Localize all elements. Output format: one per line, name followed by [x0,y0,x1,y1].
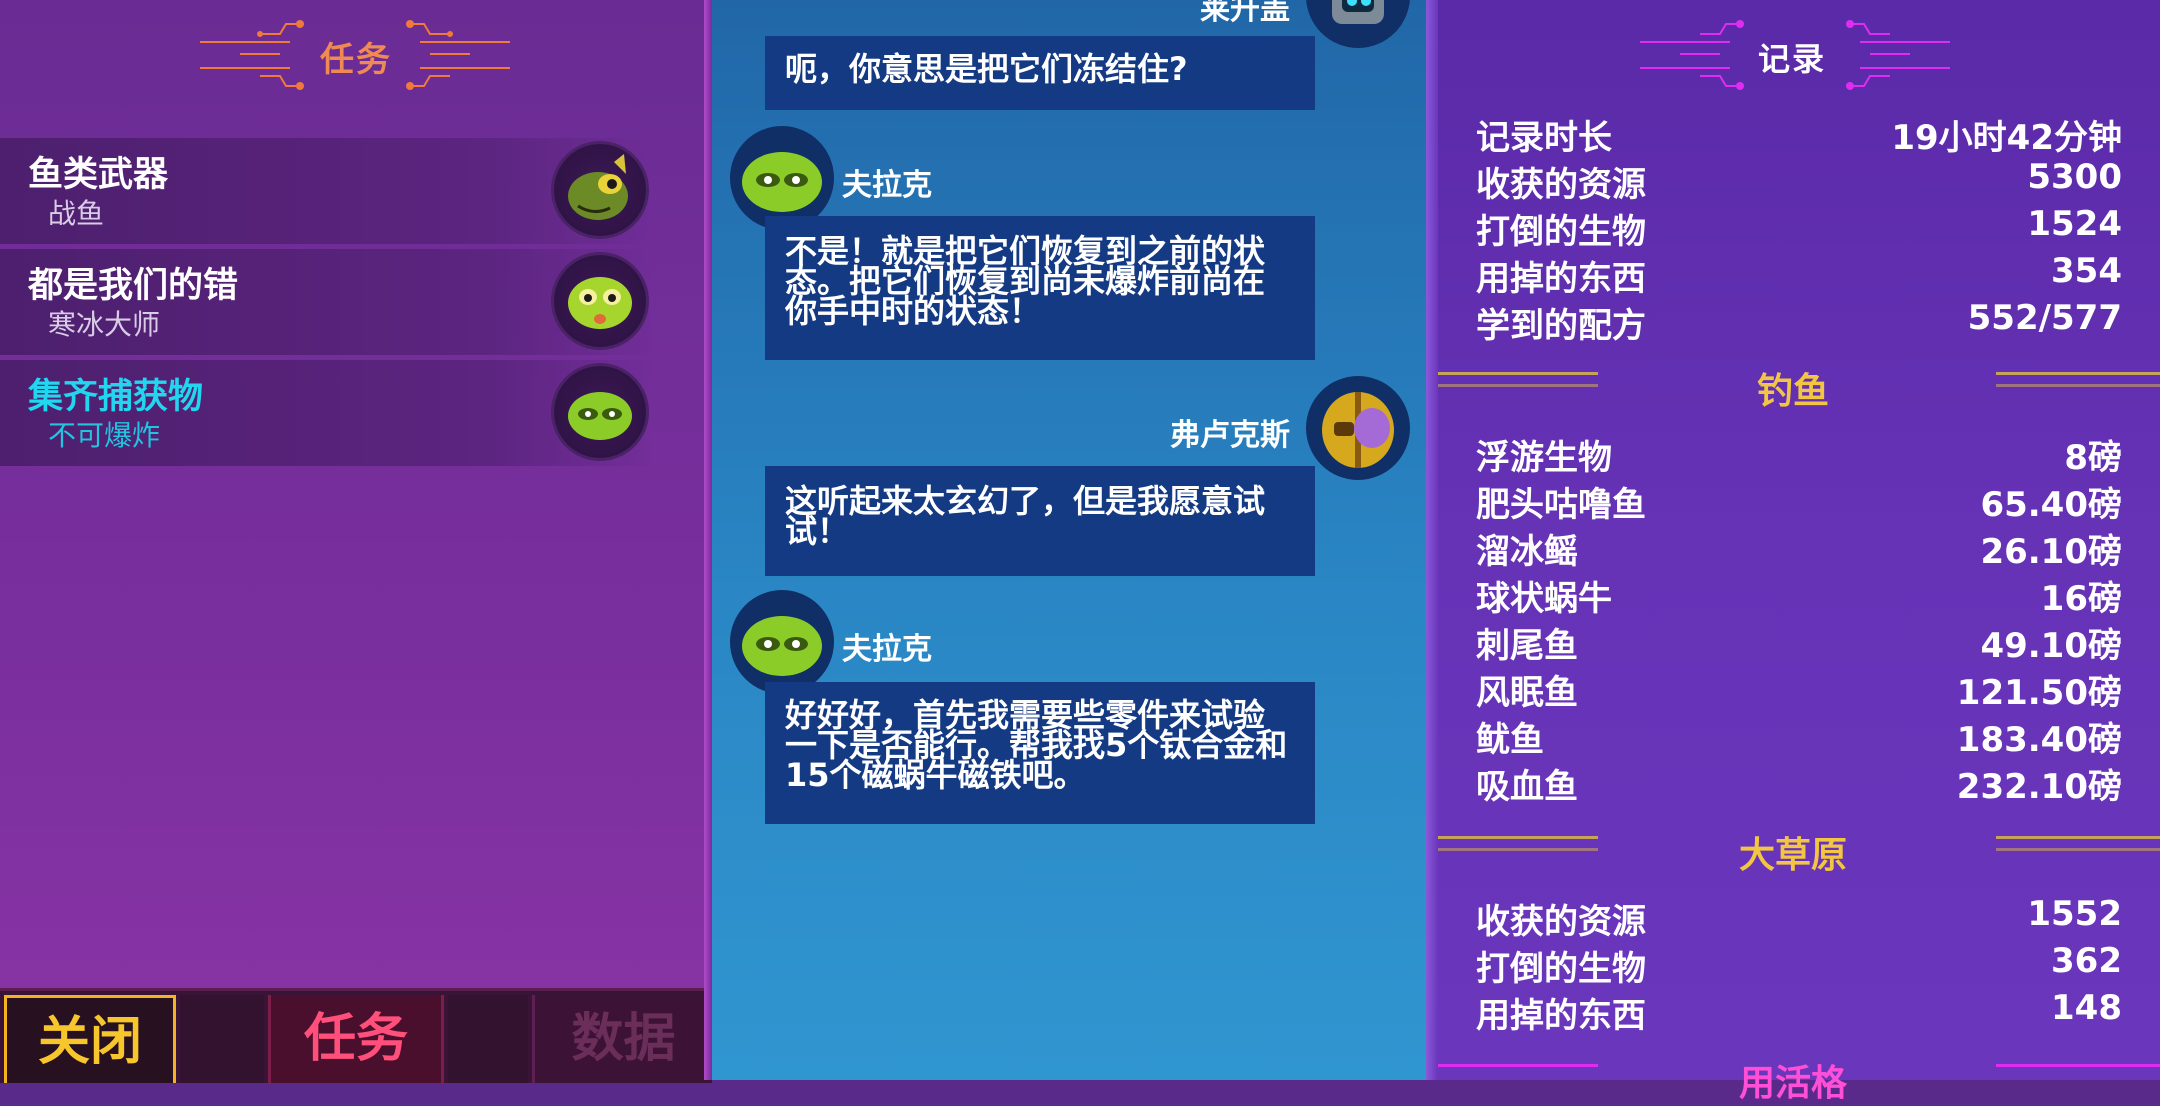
record-row: 浮游生物 8磅 [1476,438,2122,478]
records-title: 记录 [1758,40,1827,78]
section-title-next: 用活格 [1738,1063,1847,1104]
speaker-name: 莱升盖 [1200,0,1290,27]
robot-avatar [1306,0,1410,48]
record-row: 打倒的生物 362 [1476,941,2122,989]
record-row: 用掉的东西 148 [1476,988,2122,1036]
dialogue-bubble: 呃，你意思是把它们冻结住? [765,36,1315,110]
tab-quests[interactable]: 任务 [268,995,444,1083]
speaker-name: 夫拉克 [842,168,932,203]
record-row: 刺尾鱼 49.10磅 [1476,626,2122,666]
quest-item-fish-weapons[interactable]: 鱼类武器 战鱼 [0,138,650,244]
record-row: 学到的配方 552/577 [1476,298,2122,346]
record-row: 吸血鱼 232.10磅 [1476,767,2122,807]
record-row: 用掉的东西 354 [1476,251,2122,299]
quest-panel-title: 任务 [320,40,392,80]
close-button[interactable]: 关闭 [4,995,176,1083]
section-title-savanna: 大草原 [1738,835,1847,876]
quest-title: 都是我们的错 [28,266,239,306]
quest-panel: 任务 鱼类武器 战鱼 都是我们的错 寒冰大师 集齐捕获物 不可爆炸 关闭 任务 … [0,0,712,1083]
quest-subtitle: 不可爆炸 [48,419,161,452]
record-row: 溜冰鳐 26.10磅 [1476,532,2122,572]
quest-subtitle: 战鱼 [48,197,105,230]
quest-subtitle: 寒冰大师 [48,308,161,341]
quest-item-collect-catches[interactable]: 集齐捕获物 不可爆炸 [0,360,650,466]
flak-icon [554,366,646,458]
record-row: 记录时长 19小时42分钟 [1476,118,2122,158]
record-row: 打倒的生物 1524 [1476,204,2122,252]
ice-master-icon [554,255,646,347]
tab-data[interactable]: 数据 [532,995,712,1083]
dialogue-panel[interactable]: 莱升盖 呃，你意思是把它们冻结住? 夫拉克 不是！就是把它们恢复到之前的状态。把… [712,0,1426,1080]
record-row: 风眠鱼 121.50磅 [1476,673,2122,713]
record-row: 鱿鱼 183.40磅 [1476,720,2122,760]
quest-item-our-fault[interactable]: 都是我们的错 寒冰大师 [0,249,650,355]
flak-avatar [730,590,834,694]
speaker-name: 弗卢克斯 [1170,418,1290,453]
speaker-name: 夫拉克 [842,632,932,667]
quest-title: 集齐捕获物 [28,377,204,417]
section-title-fishing: 钓鱼 [1756,371,1829,412]
flux-avatar [1306,376,1410,480]
record-row: 肥头咕噜鱼 65.40磅 [1476,485,2122,525]
dialogue-bubble: 这听起来太玄幻了，但是我愿意试试！ [765,466,1315,576]
dialogue-bubble: 好好好，首先我需要些零件来试验一下是否能行。帮我找5个钛合金和15个磁蜗牛磁铁吧… [765,682,1315,824]
quest-title: 鱼类武器 [28,155,169,195]
bottom-tab-bar: 关闭 任务 数据 [0,988,712,1083]
record-row: 球状蜗牛 16磅 [1476,579,2122,619]
flak-avatar [730,126,834,230]
record-row: 收获的资源 5300 [1476,157,2122,205]
dialogue-bubble: 不是！就是把它们恢复到之前的状态。把它们恢复到尚未爆炸前尚在你手中时的状态！ [765,216,1315,360]
war-fish-icon [554,144,646,236]
record-row: 收获的资源 1552 [1476,894,2122,942]
